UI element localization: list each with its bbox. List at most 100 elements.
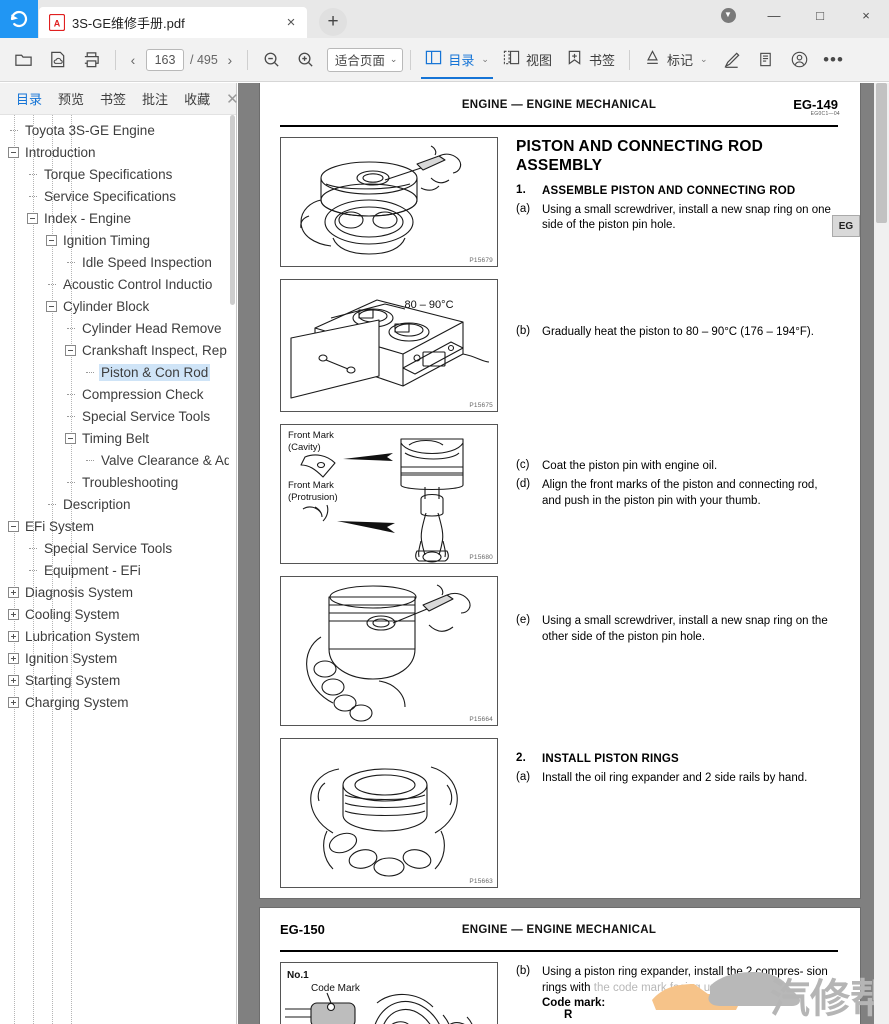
pen-icon[interactable] — [715, 43, 749, 77]
tab-contents[interactable]: 目录 ⌄ — [418, 41, 496, 79]
toc-item[interactable]: Special Service Tools — [0, 405, 236, 427]
sidebar-tab-contents[interactable]: 目录 — [16, 89, 42, 108]
toc-item[interactable]: Introduction — [0, 141, 236, 163]
toc-item[interactable]: Description — [0, 493, 236, 515]
tree-leaf-icon — [65, 323, 76, 334]
collapse-icon[interactable] — [65, 344, 76, 356]
collapse-icon[interactable] — [46, 234, 57, 246]
account-icon[interactable] — [783, 43, 817, 77]
sidebar-scrollbar-thumb[interactable] — [230, 115, 235, 305]
step-1b: (b) Gradually heat the piston to 80 – 90… — [516, 325, 832, 341]
toc-item-label: Special Service Tools — [82, 408, 211, 424]
sidebar-tab-annotations[interactable]: 批注 — [142, 89, 168, 108]
toc-item[interactable]: Valve Clearance & Adju — [0, 449, 236, 471]
sidebar-scrollbar[interactable] — [229, 115, 236, 1024]
section-tab-eg: EG — [832, 215, 860, 237]
toc-item[interactable]: Lubrication System — [0, 625, 236, 647]
expand-icon[interactable] — [8, 630, 19, 642]
close-window-button[interactable]: × — [843, 0, 889, 30]
toc-item[interactable]: Charging System — [0, 691, 236, 713]
more-options-button[interactable]: ••• — [817, 43, 851, 77]
toc-item-label: Lubrication System — [25, 628, 140, 644]
document-tab[interactable]: A 3S-GE维修手册.pdf × — [39, 7, 307, 38]
tab-bookmark[interactable]: 书签 — [559, 41, 622, 79]
zoom-out-icon[interactable] — [255, 43, 289, 77]
chevron-down-icon[interactable]: ⌄ — [481, 54, 489, 65]
document-viewport[interactable]: ENGINE — ENGINE MECHANICAL EG-149 EG0C1—… — [238, 83, 889, 1024]
close-tab-icon[interactable]: × — [281, 13, 301, 33]
toc-item[interactable]: Service Specifications — [0, 185, 236, 207]
expand-icon[interactable] — [8, 586, 19, 598]
toc-item[interactable]: Cylinder Block — [0, 295, 236, 317]
page-header: EG-150 ENGINE — ENGINE MECHANICAL — [280, 922, 838, 948]
tree-leaf-icon — [65, 477, 76, 488]
toc-item[interactable]: Diagnosis System — [0, 581, 236, 603]
collapse-icon[interactable] — [65, 432, 76, 444]
step-number: 1. — [516, 183, 526, 196]
maximize-button[interactable]: □ — [797, 0, 843, 30]
toc-item[interactable]: Cooling System — [0, 603, 236, 625]
toc-item[interactable]: Ignition System — [0, 647, 236, 669]
sidebar-tab-favorites[interactable]: 收藏 — [184, 89, 210, 108]
toc-item[interactable]: Cylinder Head Remove — [0, 317, 236, 339]
collapse-icon[interactable] — [27, 212, 38, 224]
expand-icon[interactable] — [8, 674, 19, 686]
expand-icon[interactable] — [8, 608, 19, 620]
toc-item[interactable]: Equipment - EFi — [0, 559, 236, 581]
toc-item-label: Ignition Timing — [63, 232, 151, 248]
toc-item[interactable]: Timing Belt — [0, 427, 236, 449]
step-1e: (e) Using a small screwdriver, install a… — [516, 614, 832, 646]
figure-id: P15664 — [469, 716, 493, 723]
step-1c: (c) Coat the piston pin with engine oil. — [516, 459, 832, 475]
close-sidebar-icon[interactable]: ✕ — [226, 90, 239, 108]
collapse-icon[interactable] — [8, 146, 19, 158]
toc-item[interactable]: Ignition Timing — [0, 229, 236, 251]
table-of-contents-tree[interactable]: Toyota 3S-GE Engine Introduction Torque Sp… — [0, 115, 236, 1024]
page-number-input[interactable]: 163 — [146, 48, 184, 71]
toc-item[interactable]: Piston & Con Rod — [0, 361, 236, 383]
toc-item[interactable]: Troubleshooting — [0, 471, 236, 493]
toc-item[interactable]: EFi System — [0, 515, 236, 537]
new-tab-button[interactable]: + — [319, 8, 347, 36]
minimize-button[interactable]: — — [751, 0, 797, 30]
toc-item[interactable]: Acoustic Control Inductio — [0, 273, 236, 295]
code-mark-label: Code mark: — [542, 996, 606, 1009]
open-folder-icon[interactable] — [6, 43, 40, 77]
toc-item[interactable]: Starting System — [0, 669, 236, 691]
sidebar-tab-preview[interactable]: 预览 — [58, 89, 84, 108]
toc-item[interactable]: Compression Check — [0, 383, 236, 405]
step-text: Install the oil ring expander and 2 side… — [542, 772, 808, 785]
collapse-icon[interactable] — [46, 300, 57, 312]
document-scrollbar[interactable] — [874, 83, 889, 1024]
toc-item[interactable]: Torque Specifications — [0, 163, 236, 185]
step-text: Gradually heat the piston to 80 – 90°C (… — [542, 326, 814, 339]
toc-item-label: Troubleshooting — [82, 474, 179, 490]
expand-icon[interactable] — [8, 652, 19, 664]
document-scrollbar-thumb[interactable] — [876, 83, 887, 223]
save-cloud-icon[interactable] — [40, 43, 74, 77]
expand-icon[interactable] — [8, 696, 19, 708]
chevron-down-icon[interactable]: ⌄ — [700, 54, 708, 65]
sidebar-tab-bookmarks[interactable]: 书签 — [100, 89, 126, 108]
toc-item[interactable]: Crankshaft Inspect, Rep — [0, 339, 236, 361]
tab-markup[interactable]: 标记 ⌄ — [637, 41, 715, 79]
toc-item[interactable]: Toyota 3S-GE Engine — [0, 119, 236, 141]
toc-item[interactable]: Idle Speed Inspection — [0, 251, 236, 273]
stamp-icon[interactable] — [749, 43, 783, 77]
previous-page-button[interactable]: ‹ — [123, 52, 143, 68]
svg-text:(Protrusion): (Protrusion) — [288, 492, 338, 503]
tree-leaf-icon — [8, 125, 19, 136]
toc-item[interactable]: Special Service Tools — [0, 537, 236, 559]
tab-view[interactable]: 视图 — [496, 41, 559, 79]
sync-icon[interactable]: ▼ — [705, 0, 751, 30]
fit-mode-value: 适合页面 — [334, 54, 385, 68]
instruction-column: PISTON AND CONNECTING ROD ASSEMBLY 1. AS… — [498, 137, 838, 900]
svg-text:(Cavity): (Cavity) — [288, 442, 321, 453]
toc-item-label: Charging System — [25, 694, 129, 710]
zoom-in-icon[interactable] — [289, 43, 323, 77]
next-page-button[interactable]: › — [220, 52, 240, 68]
collapse-icon[interactable] — [8, 520, 19, 532]
print-icon[interactable] — [74, 43, 108, 77]
toc-item[interactable]: Index - Engine — [0, 207, 236, 229]
fit-mode-select[interactable]: 适合页面 ⌄ — [326, 47, 404, 72]
